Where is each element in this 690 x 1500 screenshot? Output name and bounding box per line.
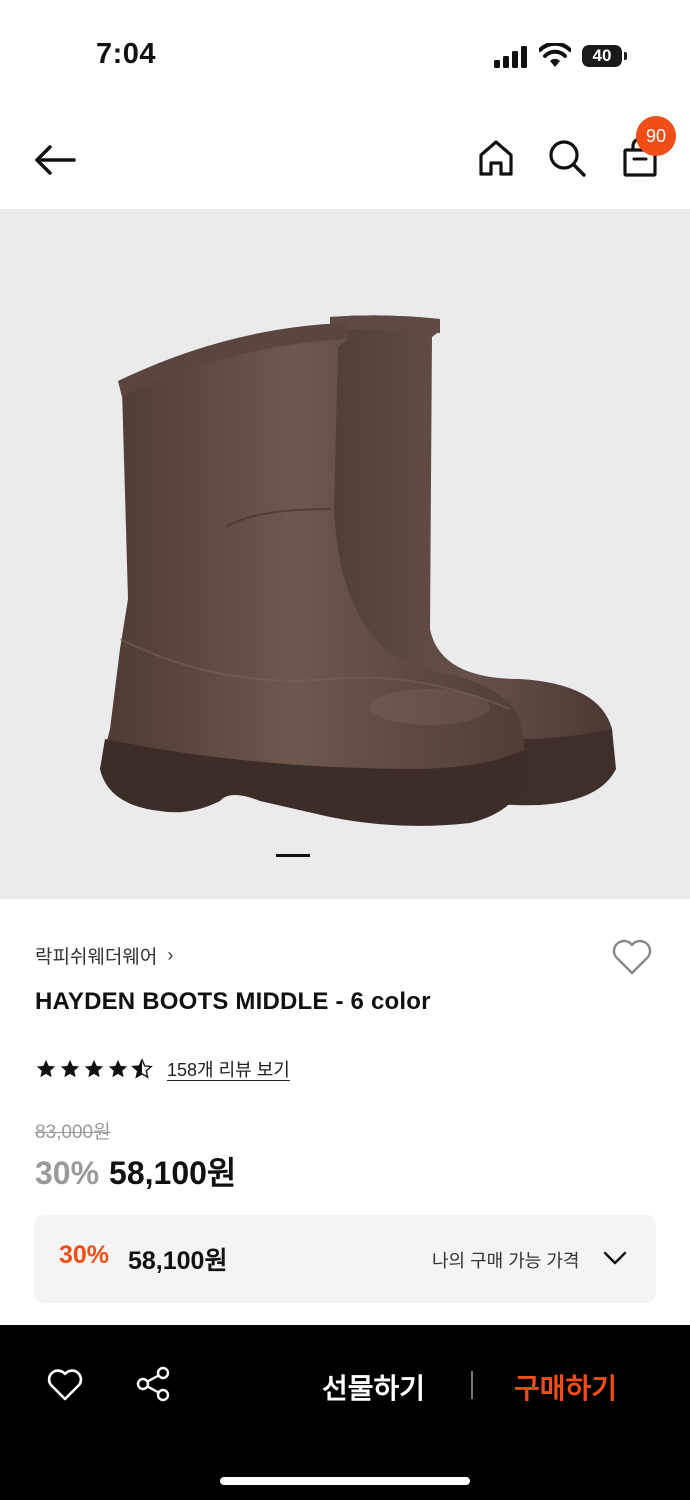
arrow-left-icon[interactable] xyxy=(30,140,80,180)
star-icon xyxy=(36,1059,56,1078)
heart-icon[interactable] xyxy=(610,937,654,977)
star-icon xyxy=(84,1059,104,1078)
rating-row: 158개 리뷰 보기 xyxy=(35,1056,290,1082)
heart-icon[interactable] xyxy=(46,1367,84,1403)
discount-rate: 30% xyxy=(35,1155,100,1191)
gift-button[interactable]: 선물하기 xyxy=(322,1367,425,1407)
battery-icon: 40 xyxy=(582,45,628,69)
buy-button[interactable]: 구매하기 xyxy=(514,1367,617,1407)
chevron-right-icon: › xyxy=(167,945,174,965)
rain-boots-image xyxy=(100,315,616,826)
status-time: 7:04 xyxy=(96,38,157,70)
my-discount-rate: 30% xyxy=(59,1241,110,1269)
product-title: HAYDEN BOOTS MIDDLE - 6 color xyxy=(35,988,431,1015)
star-icon xyxy=(60,1059,80,1078)
brand-name: 락피쉬웨더웨어 xyxy=(35,947,158,968)
share-icon[interactable] xyxy=(134,1365,172,1403)
half-star-icon xyxy=(131,1058,153,1079)
divider xyxy=(471,1371,473,1399)
cart-count-badge: 90 xyxy=(636,116,676,156)
signal-icon xyxy=(494,46,527,68)
my-price-value: 58,100원 xyxy=(128,1247,228,1275)
price-row: 30% 58,100원 xyxy=(35,1148,236,1194)
bottom-action-bar: 선물하기 구매하기 xyxy=(0,1325,690,1500)
status-bar: 7:04 40 xyxy=(0,0,690,100)
review-link[interactable]: 158개 리뷰 보기 xyxy=(167,1056,290,1082)
my-price-toggle[interactable]: 30% 58,100원 나의 구매 가능 가격 xyxy=(34,1215,656,1303)
chevron-down-icon xyxy=(603,1251,627,1265)
sale-price: 58,100원 xyxy=(109,1155,237,1191)
home-indicator xyxy=(220,1477,470,1485)
rating-stars xyxy=(35,1058,153,1080)
my-price-label: 나의 구매 가능 가격 xyxy=(432,1251,580,1271)
original-price: 83,000원 xyxy=(35,1122,111,1143)
search-icon[interactable] xyxy=(546,137,588,179)
star-icon xyxy=(108,1059,128,1078)
battery-tip xyxy=(624,52,627,60)
wifi-icon xyxy=(539,43,571,67)
product-image[interactable] xyxy=(0,209,690,899)
image-pager-indicator xyxy=(276,854,310,857)
brand-link[interactable]: 락피쉬웨더웨어 › xyxy=(35,942,173,969)
battery-level: 40 xyxy=(582,45,622,67)
top-nav: 90 xyxy=(0,110,690,208)
home-icon[interactable] xyxy=(475,137,517,179)
